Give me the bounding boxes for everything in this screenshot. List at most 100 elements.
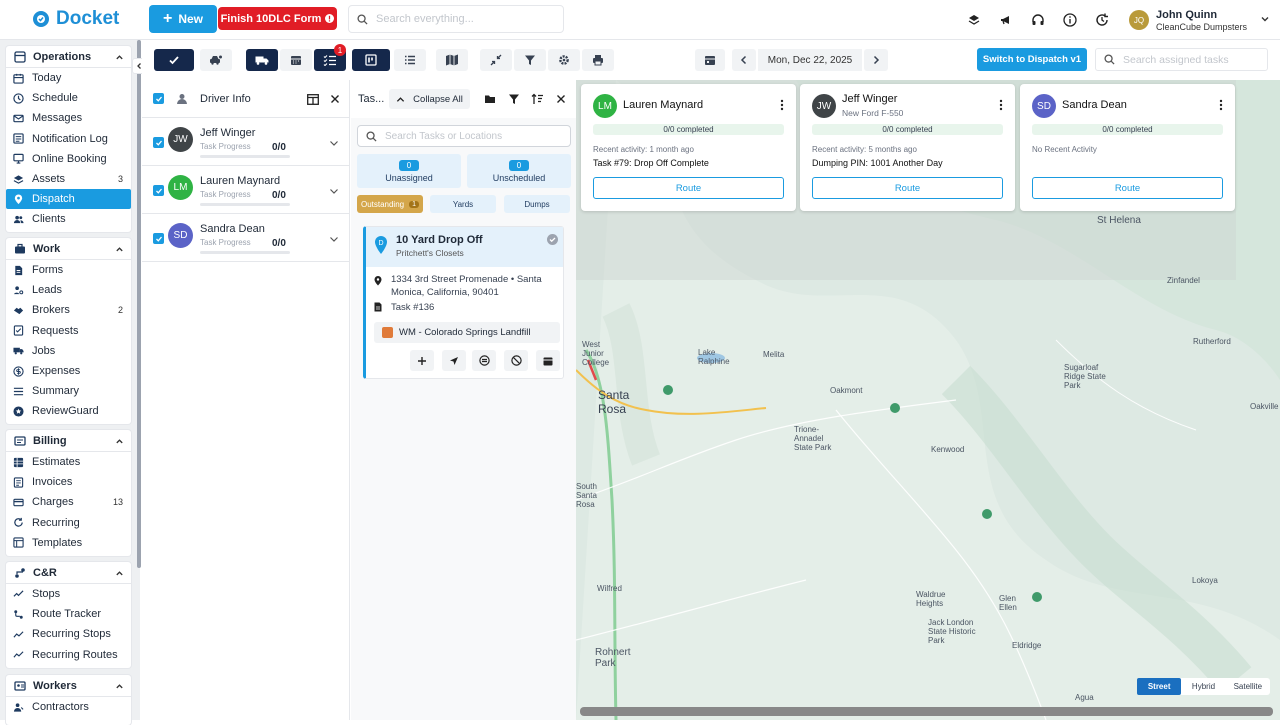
sidebar-item-leads[interactable]: Leads bbox=[6, 280, 131, 300]
driver-checkbox[interactable] bbox=[153, 185, 164, 196]
driver-checkbox[interactable] bbox=[153, 233, 164, 244]
sidebar-scrollbar[interactable] bbox=[137, 40, 141, 568]
driver-row[interactable]: SD Sandra Dean Task Progress 0/0 bbox=[142, 214, 349, 262]
collapse-all-button[interactable]: Collapse All bbox=[389, 89, 470, 109]
sidebar-item-reviewguard[interactable]: ReviewGuard bbox=[6, 401, 131, 421]
more-vertical-icon[interactable] bbox=[780, 99, 784, 111]
task-complete-toggle[interactable] bbox=[547, 234, 558, 245]
tab-dumps[interactable]: Dumps bbox=[504, 195, 570, 213]
horizontal-scrollbar[interactable] bbox=[580, 707, 1273, 716]
sort-icon[interactable] bbox=[531, 93, 544, 105]
sidebar-item-brokers[interactable]: Brokers 2 bbox=[6, 300, 131, 320]
calendar-view-button[interactable] bbox=[280, 49, 312, 71]
chevron-down-icon[interactable] bbox=[329, 138, 339, 148]
sidebar-item-online-booking[interactable]: Online Booking bbox=[6, 149, 131, 169]
sidebar-group-header-cr[interactable]: C&R bbox=[6, 562, 131, 584]
map-view-button[interactable] bbox=[436, 49, 468, 71]
truck-view-button[interactable] bbox=[246, 49, 278, 71]
filter-button[interactable] bbox=[514, 49, 546, 71]
assigned-tasks-search[interactable]: Search assigned tasks bbox=[1095, 48, 1268, 71]
sidebar-item-contractors[interactable]: Contractors bbox=[6, 697, 131, 717]
select-button[interactable] bbox=[154, 49, 194, 71]
driver-card[interactable]: JW Jeff Winger New Ford F-550 0/0 comple… bbox=[800, 84, 1015, 211]
board-view-button[interactable] bbox=[352, 49, 390, 71]
vehicle-view-button[interactable] bbox=[200, 49, 232, 71]
sidebar-item-recurring-routes[interactable]: Recurring Routes bbox=[6, 645, 131, 665]
sidebar-group-header-workers[interactable]: Workers bbox=[6, 675, 131, 697]
update-icon[interactable] bbox=[1094, 12, 1110, 28]
chevron-down-icon[interactable] bbox=[329, 186, 339, 196]
filter-icon[interactable] bbox=[508, 93, 520, 105]
select-all-checkbox[interactable] bbox=[153, 93, 164, 104]
sidebar-item-assets[interactable]: Assets 3 bbox=[6, 169, 131, 189]
more-vertical-icon[interactable] bbox=[999, 99, 1003, 111]
sidebar-item-estimates[interactable]: Estimates bbox=[6, 452, 131, 472]
driver-row[interactable]: JW Jeff Winger Task Progress 0/0 bbox=[142, 118, 349, 166]
sidebar-item-dispatch[interactable]: Dispatch bbox=[6, 189, 131, 210]
task-yard[interactable]: WM - Colorado Springs Landfill bbox=[374, 322, 560, 343]
sidebar-group-header-operations[interactable]: Operations bbox=[6, 46, 131, 68]
info-icon[interactable] bbox=[1062, 12, 1078, 28]
map-type-satellite[interactable]: Satellite bbox=[1226, 678, 1270, 695]
cancel-task-button[interactable] bbox=[504, 350, 528, 371]
more-vertical-icon[interactable] bbox=[1219, 99, 1223, 111]
sidebar-item-notification-log[interactable]: Notification Log bbox=[6, 129, 131, 149]
driver-card[interactable]: LM Lauren Maynard 0/0 completed Recent a… bbox=[581, 84, 796, 211]
sidebar-item-today[interactable]: Today bbox=[6, 68, 131, 88]
global-search-input[interactable]: Search everything... bbox=[348, 5, 564, 33]
driver-checkbox[interactable] bbox=[153, 137, 164, 148]
sidebar-item-messages[interactable]: Messages bbox=[6, 108, 131, 128]
next-day-button[interactable] bbox=[864, 49, 888, 71]
switch-dispatch-button[interactable]: Switch to Dispatch v1 bbox=[977, 48, 1087, 71]
settings-button[interactable] bbox=[548, 49, 580, 71]
sidebar-group-header-billing[interactable]: Billing bbox=[6, 430, 131, 452]
route-button[interactable]: Route bbox=[812, 177, 1003, 199]
docket-logo[interactable]: Docket bbox=[32, 8, 119, 30]
tab-yards[interactable]: Yards bbox=[430, 195, 496, 213]
unassigned-stat[interactable]: 0 Unassigned bbox=[357, 154, 461, 188]
schedule-task-button[interactable] bbox=[536, 350, 560, 371]
sidebar-item-requests[interactable]: Requests bbox=[6, 321, 131, 341]
print-button[interactable] bbox=[582, 49, 614, 71]
map-type-hybrid[interactable]: Hybrid bbox=[1181, 678, 1225, 695]
folder-icon[interactable] bbox=[484, 93, 496, 105]
sidebar-item-stops[interactable]: Stops bbox=[6, 584, 131, 604]
sidebar-item-summary[interactable]: Summary bbox=[6, 381, 131, 401]
close-icon[interactable] bbox=[556, 94, 566, 104]
reassign-button[interactable] bbox=[472, 350, 496, 371]
new-button[interactable]: + New bbox=[149, 5, 217, 33]
sidebar-item-jobs[interactable]: Jobs bbox=[6, 341, 131, 361]
list-view-button[interactable] bbox=[394, 49, 426, 71]
chevron-down-icon[interactable] bbox=[1260, 14, 1270, 24]
finish-10dlc-button[interactable]: Finish 10DLC Form bbox=[218, 7, 337, 30]
user-name[interactable]: John Quinn bbox=[1156, 9, 1217, 21]
sidebar-group-header-work[interactable]: Work bbox=[6, 238, 131, 260]
driver-row[interactable]: LM Lauren Maynard Task Progress 0/0 bbox=[142, 166, 349, 214]
prev-day-button[interactable] bbox=[732, 49, 756, 71]
sidebar-item-schedule[interactable]: Schedule bbox=[6, 88, 131, 108]
headset-icon[interactable] bbox=[1030, 12, 1046, 28]
current-date[interactable]: Mon, Dec 22, 2025 bbox=[758, 49, 862, 71]
sidebar-item-forms[interactable]: Forms bbox=[6, 260, 131, 280]
route-button[interactable]: Route bbox=[593, 177, 784, 199]
unscheduled-stat[interactable]: 0 Unscheduled bbox=[467, 154, 571, 188]
layers-icon[interactable] bbox=[966, 12, 982, 28]
sidebar-item-templates[interactable]: Templates bbox=[6, 533, 131, 553]
user-avatar[interactable]: JQ bbox=[1129, 10, 1149, 30]
tab-outstanding[interactable]: Outstanding 1 bbox=[357, 195, 423, 213]
map-type-street[interactable]: Street bbox=[1137, 678, 1182, 695]
megaphone-icon[interactable] bbox=[998, 12, 1014, 28]
sidebar-item-expenses[interactable]: Expenses bbox=[6, 361, 131, 381]
task-search-input[interactable]: Search Tasks or Locations bbox=[357, 125, 571, 147]
task-card[interactable]: D 10 Yard Drop Off Pritchett's Closets 1… bbox=[363, 226, 564, 379]
navigate-button[interactable] bbox=[442, 350, 466, 371]
close-icon[interactable] bbox=[330, 94, 340, 104]
driver-card[interactable]: SD Sandra Dean 0/0 completed No Recent A… bbox=[1020, 84, 1235, 211]
sidebar-item-recurring[interactable]: Recurring bbox=[6, 513, 131, 533]
sidebar-item-charges[interactable]: Charges 13 bbox=[6, 492, 131, 512]
chevron-down-icon[interactable] bbox=[329, 234, 339, 244]
add-button[interactable] bbox=[410, 350, 434, 371]
sidebar-item-invoices[interactable]: Invoices bbox=[6, 472, 131, 492]
route-button[interactable]: Route bbox=[1032, 177, 1223, 199]
date-picker-button[interactable] bbox=[695, 49, 725, 71]
